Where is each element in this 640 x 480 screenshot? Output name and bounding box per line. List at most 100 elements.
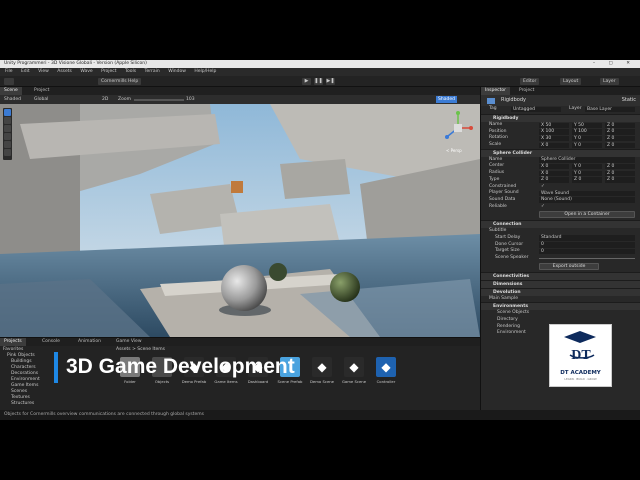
account-button[interactable]: Cornermills Help — [98, 78, 142, 85]
zoom-slider[interactable] — [134, 98, 184, 101]
menu-wave[interactable]: Wave — [80, 69, 92, 74]
rotate-tool-icon[interactable] — [4, 125, 11, 132]
button-row: Export outside — [481, 262, 640, 272]
tab-inspector[interactable]: Inspector — [481, 87, 510, 95]
tab-scene[interactable]: Scene — [0, 87, 22, 95]
layer-dropdown[interactable]: Layer — [600, 78, 619, 85]
checkbox[interactable]: ✓ — [541, 184, 545, 191]
checkbox[interactable]: ✓ — [541, 204, 545, 211]
scene-tool-palette — [3, 108, 12, 160]
layer-dropdown[interactable]: Base Layer — [585, 106, 635, 112]
section-devolution[interactable]: Devolution — [481, 287, 640, 296]
controller-icon: ◆ — [376, 357, 396, 377]
editor-button[interactable]: Editor — [520, 78, 540, 85]
menu-edit[interactable]: Edit — [21, 69, 30, 74]
open-container-button[interactable]: Open in a Container — [539, 211, 635, 219]
menu-terrain[interactable]: Terrain — [145, 69, 160, 74]
field-row: Start Delay Standard — [481, 235, 640, 242]
menu-window[interactable]: Window — [168, 69, 186, 74]
field-row: Radius X 0Y 0Z 0 — [481, 170, 640, 177]
asset-breadcrumb[interactable]: Assets > Scene Items — [116, 347, 165, 353]
tree-item[interactable]: Structures — [3, 401, 110, 407]
dt-monogram-icon: DT — [564, 331, 596, 363]
field-row: Rotation X 30 Y 0Z 0 — [481, 135, 640, 142]
section-rigidbody[interactable]: Rigidbody — [481, 114, 640, 122]
menu-file[interactable]: File — [5, 69, 13, 74]
field-row: Main Sample — [489, 295, 519, 301]
menu-help[interactable]: Help/Help — [194, 69, 216, 74]
scene-viewport[interactable]: < Persp — [0, 104, 480, 337]
hand-tool-icon[interactable] — [4, 117, 11, 124]
field-row: Scale X 0Y 0Z 0 — [481, 142, 640, 149]
main-toolbar: Cornermills Help ▶ ❚❚ ▶❚ Editor Layout L… — [0, 76, 640, 87]
window-title: Unity Programmeri - 3D Visione Globali -… — [4, 61, 147, 66]
tag-layer-row: Tag Untagged Layer Base Layer — [481, 106, 640, 114]
shading-dropdown[interactable]: Shaded — [4, 95, 21, 104]
gameobject-icon — [487, 98, 495, 104]
logo-tagline: LEARN · BUILD · GROW — [564, 377, 597, 381]
logo-monogram: DT — [571, 348, 591, 363]
tab-game-view[interactable]: Game View — [112, 338, 146, 346]
scene-render — [0, 104, 480, 337]
asset-item[interactable]: ◆ Controller — [372, 357, 400, 384]
button-row: Open in a Container — [481, 210, 640, 220]
object-name[interactable]: Rigidbody — [501, 97, 526, 103]
section-sphere-collider[interactable]: Sphere Collider — [481, 148, 640, 157]
static-toggle[interactable]: Static — [622, 95, 636, 106]
menu-tools[interactable]: Tools — [125, 69, 136, 74]
title-bar: Unity Programmeri - 3D Visione Globali -… — [0, 60, 640, 68]
play-button[interactable]: ▶ — [302, 78, 311, 85]
inspector-tab-strip: Inspector Project — [481, 87, 640, 95]
field-row: Subtitle — [489, 228, 507, 234]
menu-bar: File Edit View Assets Wave Project Tools… — [0, 68, 640, 76]
render-mode-button[interactable]: Shaded — [436, 96, 457, 103]
asset-item[interactable]: ◆ Game Scene — [340, 357, 368, 384]
section-dimensions[interactable]: Dimensions — [481, 279, 640, 288]
field-row: Scene Speaker — [481, 255, 640, 262]
speaker-slider[interactable] — [539, 258, 635, 259]
tab-animation[interactable]: Animation — [74, 338, 105, 346]
title-accent-bar — [54, 352, 58, 383]
list-item[interactable]: Directory — [481, 317, 640, 324]
window-controls[interactable]: – ▢ ✕ — [593, 60, 636, 68]
scale-tool-icon[interactable] — [4, 133, 11, 140]
menu-project[interactable]: Project — [101, 69, 116, 74]
academy-logo: DT DT ACADEMY LEARN · BUILD · GROW — [549, 324, 612, 387]
field-row: Sound Data None (Sound) — [481, 197, 640, 204]
tag-dropdown[interactable]: Untagged — [511, 106, 561, 112]
menu-view[interactable]: View — [38, 69, 49, 74]
field-row: Name X 50 Y 50 Z 0 — [481, 122, 640, 129]
tab-console[interactable]: Console — [38, 338, 64, 346]
pause-button[interactable]: ❚❚ — [314, 78, 323, 85]
axis-gizmo-icon — [445, 111, 473, 139]
field-row: Center X 0Y 0Z 0 — [481, 163, 640, 170]
tab-project[interactable]: Project — [30, 87, 53, 95]
move-tool-icon[interactable] — [4, 109, 11, 116]
account-icon[interactable] — [4, 78, 14, 85]
zoom-label: Zoom — [118, 97, 131, 102]
2d-toggle[interactable]: 2D — [102, 95, 108, 104]
menu-assets[interactable]: Assets — [57, 69, 72, 74]
tab-projects[interactable]: Projects — [0, 338, 26, 346]
global-toggle[interactable]: Global — [34, 95, 48, 104]
unity-logo-icon: ◆ — [344, 357, 364, 377]
logo-name: DT ACADEMY — [560, 370, 601, 376]
field-row: Player Sound Wave Sound — [481, 190, 640, 197]
asset-item[interactable]: ◆ Demo Scene — [308, 357, 336, 384]
scene-tab-strip: Scene Project — [0, 87, 480, 95]
layout-dropdown[interactable]: Layout — [560, 78, 582, 85]
rect-tool-icon[interactable] — [4, 141, 11, 148]
tab-inspector-project[interactable]: Project — [515, 87, 538, 95]
orientation-gizmo[interactable]: < Persp — [440, 108, 476, 154]
scene-toolbar: Shaded Global 2D Zoom 103 Shaded — [0, 95, 480, 104]
section-connectivities[interactable]: Connectivities — [481, 271, 640, 280]
persp-label[interactable]: < Persp — [446, 148, 462, 153]
status-bar: Objects for Cornermills overview communi… — [0, 410, 640, 420]
transform-tool-icon[interactable] — [4, 149, 11, 156]
export-outside-button[interactable]: Export outside — [539, 262, 599, 270]
field-row: Target Size 0 — [481, 248, 640, 255]
object-header: Rigidbody Static — [481, 95, 640, 106]
zoom-value: 103 — [186, 97, 195, 102]
unity-logo-icon: ◆ — [312, 357, 332, 377]
step-button[interactable]: ▶❚ — [326, 78, 335, 85]
